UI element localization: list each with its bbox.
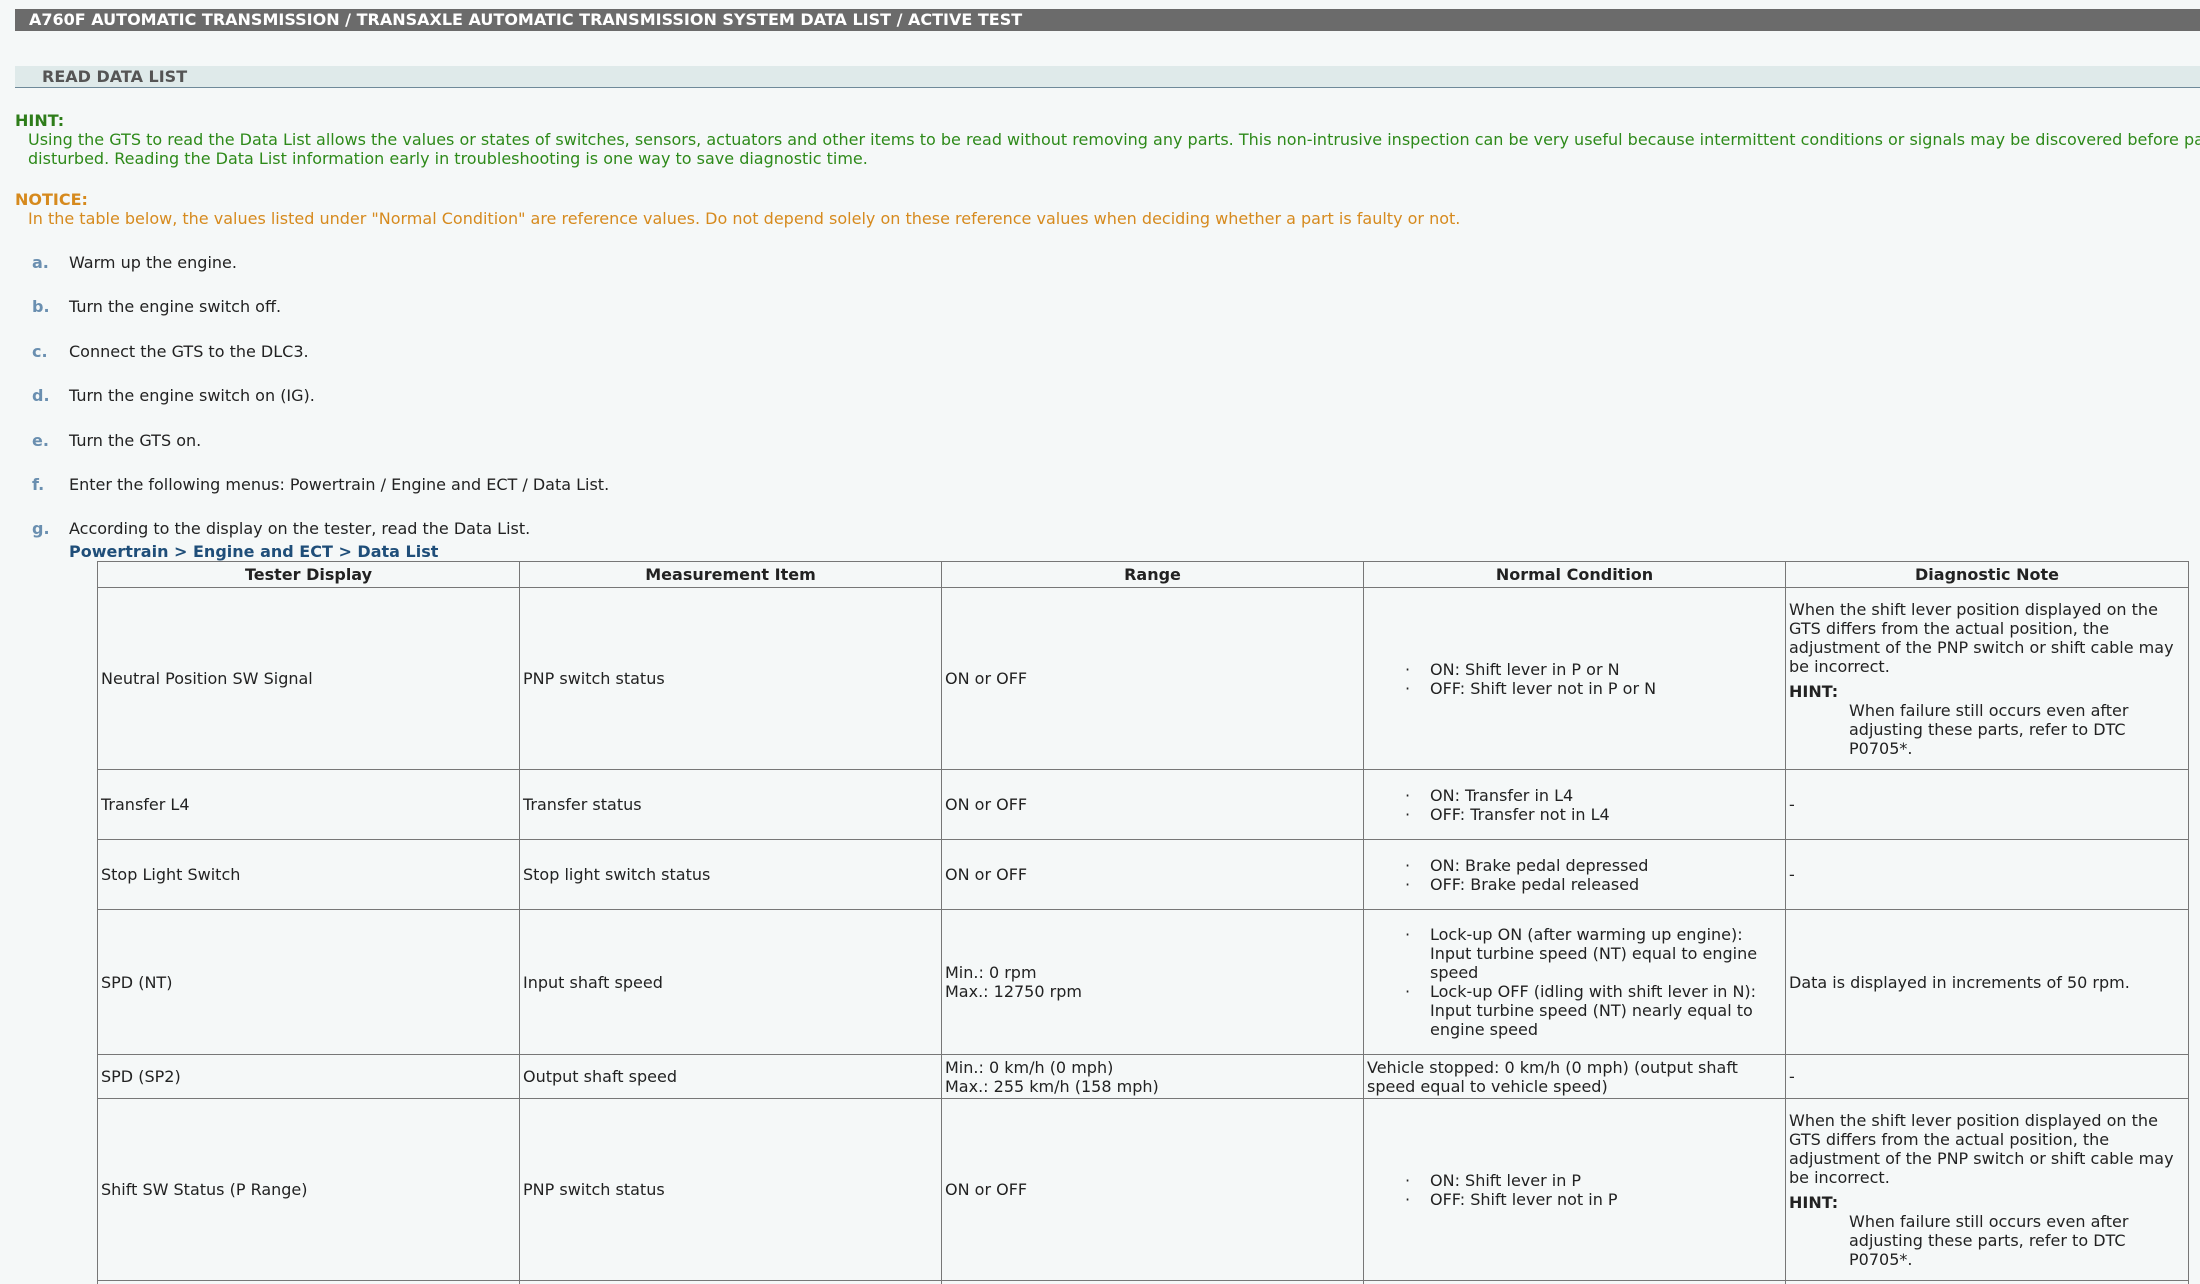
step-text: Turn the engine switch off. [69,297,282,316]
table-row: SPD (NT) Input shaft speed Min.: 0 rpm M… [97,909,2189,1055]
cell-diagnostic-note [1785,1280,2189,1284]
cell-range: Min.: 0 km/h (0 mph) Max.: 255 km/h (158… [941,1054,1364,1099]
cell-normal-condition: ON: Shift lever in P OFF: Shift lever no… [1363,1098,1786,1281]
cell-normal-condition: Vehicle stopped: 0 km/h (0 mph) (output … [1363,1054,1786,1099]
range-min: Min.: 0 km/h (0 mph) [945,1057,1114,1077]
condition-item: Lock-up OFF (idling with shift lever in … [1405,982,1782,1039]
step-text: According to the display on the tester, … [69,519,531,538]
diagnostic-note-text: When the shift lever position displayed … [1789,599,2174,676]
table-row: SPD (SP2) Output shaft speed Min.: 0 km/… [97,1054,2189,1099]
cell-tester-display: Neutral Position SW Signal [97,587,520,770]
condition-item: OFF: Shift lever not in P [1405,1190,1782,1209]
step-text: Warm up the engine. [69,253,237,272]
step-letter: c. [32,342,48,361]
cell-tester-display: SPD (SP2) [97,1054,520,1099]
document-title: A760F AUTOMATIC TRANSMISSION / TRANSAXLE… [15,9,2200,31]
column-header-tester-display: Tester Display [97,561,520,588]
cell-diagnostic-note: - [1785,839,2189,910]
cell-tester-display [97,1280,520,1284]
cell-diagnostic-note: - [1785,1054,2189,1099]
hint-text-line-2: disturbed. Reading the Data List informa… [28,149,868,168]
cell-diagnostic-note: Data is displayed in increments of 50 rp… [1785,909,2189,1055]
condition-item: Lock-up ON (after warming up engine): In… [1405,925,1782,982]
cell-diagnostic-note: When the shift lever position displayed … [1785,587,2189,770]
cell-tester-display: SPD (NT) [97,909,520,1055]
cell-normal-condition: Lock-up ON (after warming up engine): In… [1363,909,1786,1055]
table-row: Stop Light Switch Stop light switch stat… [97,839,2189,910]
condition-item: ON: Transfer in L4 [1405,786,1782,805]
condition-item: ON: Brake pedal depressed [1405,856,1782,875]
step-letter: f. [32,475,45,494]
table-row [97,1280,2189,1284]
step-letter: a. [32,253,49,272]
condition-item: OFF: Brake pedal released [1405,875,1782,894]
range-min: Min.: 0 rpm [945,963,1037,982]
step-letter: g. [32,519,50,538]
cell-range: Min.: 0 rpm Max.: 12750 rpm [941,909,1364,1055]
cell-measurement-item: Stop light switch status [519,839,942,910]
notice-text: In the table below, the values listed un… [28,209,1461,228]
notice-label: NOTICE: [15,190,88,209]
table-row: Neutral Position SW Signal PNP switch st… [97,587,2189,770]
column-header-diagnostic-note: Diagnostic Note [1785,561,2189,588]
diagnostic-hint-label: HINT: [1789,1192,1839,1212]
step-letter: d. [32,386,50,405]
range-max: Max.: 12750 rpm [945,982,1082,1001]
cell-measurement-item: PNP switch status [519,1098,942,1281]
diagnostic-hint-text: When failure still occurs even after adj… [1849,1211,2129,1269]
condition-list: ON: Shift lever in P or N OFF: Shift lev… [1367,660,1782,698]
step-letter: e. [32,431,49,450]
hint-text: Using the GTS to read the Data List allo… [28,130,2200,168]
cell-range [941,1280,1364,1284]
cell-normal-condition: ON: Brake pedal depressed OFF: Brake ped… [1363,839,1786,910]
section-header-read-data-list: READ DATA LIST [15,66,2200,88]
condition-item: OFF: Shift lever not in P or N [1405,679,1782,698]
condition-list: ON: Shift lever in P OFF: Shift lever no… [1367,1171,1782,1209]
cell-measurement-item: Transfer status [519,769,942,840]
cell-normal-condition: ON: Transfer in L4 OFF: Transfer not in … [1363,769,1786,840]
cell-range: ON or OFF [941,839,1364,910]
cell-measurement-item: PNP switch status [519,587,942,770]
cell-range: ON or OFF [941,587,1364,770]
range-max: Max.: 255 km/h (158 mph) [945,1076,1159,1096]
menu-breadcrumb: Powertrain > Engine and ECT > Data List [69,542,439,561]
data-list-table: Tester Display Measurement Item Range No… [97,561,2189,1284]
cell-diagnostic-note: - [1785,769,2189,840]
cell-measurement-item: Input shaft speed [519,909,942,1055]
cell-range: ON or OFF [941,1098,1364,1281]
condition-list: ON: Transfer in L4 OFF: Transfer not in … [1367,786,1782,824]
column-header-measurement-item: Measurement Item [519,561,942,588]
diagnostic-hint-text: When failure still occurs even after adj… [1849,700,2129,758]
cell-tester-display: Shift SW Status (P Range) [97,1098,520,1281]
column-header-normal-condition: Normal Condition [1363,561,1786,588]
step-text: Turn the GTS on. [69,431,202,450]
step-text: Enter the following menus: Powertrain / … [69,475,610,494]
cell-measurement-item: Output shaft speed [519,1054,942,1099]
cell-normal-condition: ON: Shift lever in P or N OFF: Shift lev… [1363,587,1786,770]
hint-text-line-1: Using the GTS to read the Data List allo… [28,130,2200,149]
condition-item: ON: Shift lever in P [1405,1171,1782,1190]
cell-tester-display: Stop Light Switch [97,839,520,910]
step-letter: b. [32,297,50,316]
cell-range: ON or OFF [941,769,1364,840]
page: A760F AUTOMATIC TRANSMISSION / TRANSAXLE… [0,0,2200,1284]
column-header-range: Range [941,561,1364,588]
condition-list: Lock-up ON (after warming up engine): In… [1367,925,1782,1039]
table-row: Shift SW Status (P Range) PNP switch sta… [97,1098,2189,1281]
diagnostic-hint-label: HINT: [1789,681,1839,701]
condition-list: ON: Brake pedal depressed OFF: Brake ped… [1367,856,1782,894]
table-row: Transfer L4 Transfer status ON or OFF ON… [97,769,2189,840]
cell-measurement-item [519,1280,942,1284]
step-text: Connect the GTS to the DLC3. [69,342,309,361]
cell-normal-condition [1363,1280,1786,1284]
step-text: Turn the engine switch on (IG). [69,386,315,405]
condition-item: ON: Shift lever in P or N [1405,660,1782,679]
hint-label: HINT: [15,111,65,130]
diagnostic-note-text: When the shift lever position displayed … [1789,1110,2174,1187]
cell-diagnostic-note: When the shift lever position displayed … [1785,1098,2189,1281]
cell-tester-display: Transfer L4 [97,769,520,840]
table-header-row: Tester Display Measurement Item Range No… [97,561,2189,588]
condition-item: OFF: Transfer not in L4 [1405,805,1782,824]
